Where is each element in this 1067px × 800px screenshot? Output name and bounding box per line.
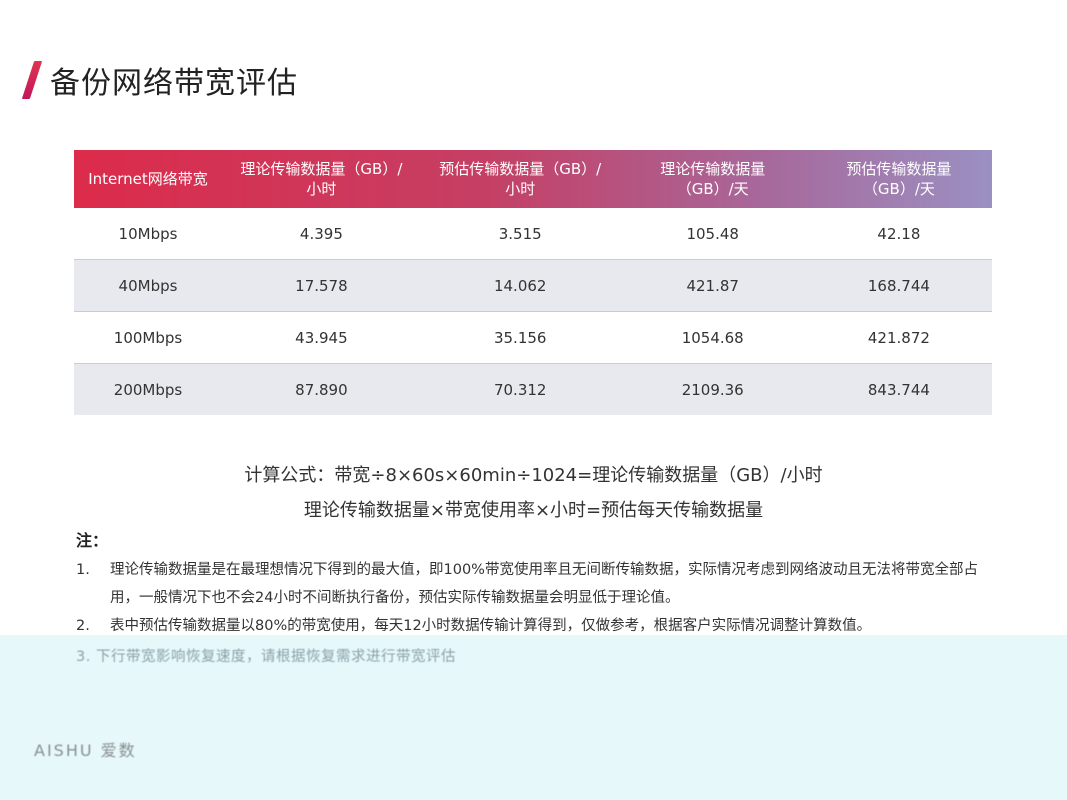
title-accent-bar: [21, 61, 43, 99]
note-number: 1.: [76, 562, 90, 578]
header-theory-day: 理论传输数据量（GB）/天: [660, 160, 766, 198]
table-row: 40Mbps 17.578 14.062 421.87 168.744: [74, 259, 992, 312]
cell-estimate-hour: 3.515: [420, 208, 620, 260]
cell-theory-day: 421.87: [619, 259, 806, 312]
cell-bandwidth: 100Mbps: [74, 311, 222, 364]
cell-theory-day: 1054.68: [619, 311, 806, 364]
header-theory-hour: 理论传输数据量（GB）/小时: [240, 160, 403, 198]
cell-theory-hour: 43.945: [222, 311, 421, 364]
table-header-row: Internet网络带宽 理论传输数据量（GB）/小时 预估传输数据量（GB）/…: [74, 150, 992, 208]
cell-theory-hour: 4.395: [222, 208, 421, 260]
note-text: 理论传输数据量是在最理想情况下得到的最大值，即100%带宽使用率且无间断传输数据…: [110, 562, 978, 606]
notes-title: 注：: [76, 531, 109, 550]
formula-line-2: 理论传输数据量×带宽使用率×小时=预估每天传输数据量: [303, 500, 764, 521]
header-estimate-hour: 预估传输数据量（GB）/小时: [439, 160, 602, 198]
notes-list: 1. 理论传输数据量是在最理想情况下得到的最大值，即100%带宽使用率且无间断传…: [76, 556, 996, 640]
header-estimate-day: 预估传输数据量（GB）/天: [846, 160, 952, 198]
cell-bandwidth: 40Mbps: [74, 259, 222, 312]
cell-estimate-day: 168.744: [805, 259, 992, 312]
cell-estimate-hour: 14.062: [420, 259, 620, 312]
cell-estimate-day: 843.744: [805, 363, 992, 415]
title-area: 备份网络带宽评估: [21, 58, 298, 102]
cell-estimate-day: 421.872: [805, 311, 992, 364]
bandwidth-table: Internet网络带宽 理论传输数据量（GB）/小时 预估传输数据量（GB）/…: [74, 150, 992, 415]
company-logo: AISHU 爱数: [34, 741, 137, 760]
note-3-faded: 3. 下行带宽影响恢复速度，请根据恢复需求进行带宽评估: [76, 649, 456, 665]
table-row: 100Mbps 43.945 35.156 1054.68 421.872: [74, 311, 992, 364]
cell-theory-day: 105.48: [619, 208, 806, 260]
list-item: 1. 理论传输数据量是在最理想情况下得到的最大值，即100%带宽使用率且无间断传…: [76, 556, 996, 612]
formula-line-1: 计算公式：带宽÷8×60s×60min÷1024=理论传输数据量（GB）/小时: [244, 465, 823, 486]
cell-estimate-day: 42.18: [805, 208, 992, 260]
header-bandwidth: Internet网络带宽: [88, 170, 208, 188]
cell-theory-hour: 17.578: [222, 259, 421, 312]
cell-bandwidth: 200Mbps: [74, 363, 222, 415]
cell-estimate-hour: 35.156: [420, 311, 620, 364]
page-title: 备份网络带宽评估: [50, 66, 298, 101]
cell-theory-day: 2109.36: [619, 363, 806, 415]
cell-bandwidth: 10Mbps: [74, 208, 222, 260]
cell-theory-hour: 87.890: [222, 363, 421, 415]
cell-estimate-hour: 70.312: [420, 363, 620, 415]
table-row: 200Mbps 87.890 70.312 2109.36 843.744: [74, 363, 992, 415]
table-row: 10Mbps 4.395 3.515 105.48 42.18: [74, 208, 992, 260]
